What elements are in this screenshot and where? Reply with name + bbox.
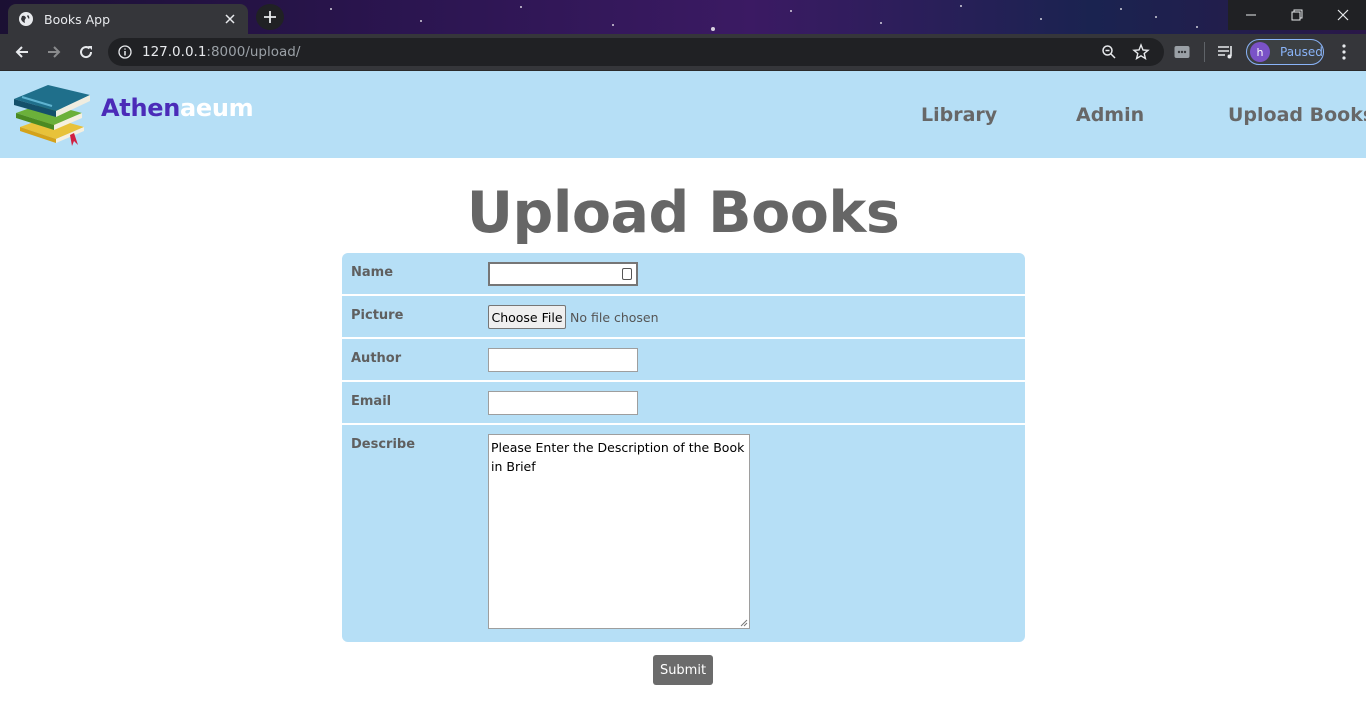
- minimize-icon: [1246, 14, 1256, 16]
- toolbar-divider: [1204, 42, 1205, 62]
- email-label: Email: [351, 394, 392, 409]
- form-row-picture: Picture: [342, 296, 1025, 339]
- autofill-key-icon[interactable]: [622, 268, 632, 280]
- books-logo-icon[interactable]: [12, 79, 94, 149]
- url-host: 127.0.0.1: [142, 44, 207, 60]
- brand-name-part1: Athen: [101, 94, 180, 122]
- email-input[interactable]: [488, 391, 638, 415]
- form-row-name: Name: [342, 253, 1025, 296]
- new-tab-button[interactable]: [256, 4, 284, 30]
- nav-link-admin[interactable]: Admin: [1076, 104, 1144, 126]
- arrow-left-icon: [15, 46, 28, 58]
- browser-tab[interactable]: Books App: [8, 4, 248, 34]
- more-vert-icon: [1342, 44, 1346, 60]
- choose-file-button[interactable]: Choose File: [488, 305, 566, 329]
- plus-icon: [264, 11, 276, 23]
- background-star: [1155, 16, 1157, 18]
- browser-toolbar: 127.0.0.1:8000/upload/ h Paused: [0, 34, 1366, 70]
- address-bar[interactable]: 127.0.0.1:8000/upload/: [108, 38, 1164, 66]
- form-row-author: Author: [342, 339, 1025, 382]
- zoom-icon[interactable]: [1101, 44, 1117, 60]
- describe-label: Describe: [351, 437, 416, 452]
- profile-button[interactable]: h Paused: [1246, 39, 1324, 65]
- background-star: [520, 6, 522, 8]
- describe-textarea[interactable]: Please Enter the Description of the Book…: [488, 434, 750, 629]
- browser-titlebar: Books App: [0, 0, 1366, 34]
- background-star: [880, 22, 882, 24]
- profile-status: Paused: [1280, 45, 1323, 59]
- name-input[interactable]: [488, 262, 638, 286]
- media-control-button[interactable]: [1212, 38, 1240, 66]
- background-star: [1120, 8, 1122, 10]
- star-bookmark-icon[interactable]: [1132, 43, 1150, 61]
- menu-button[interactable]: [1330, 38, 1358, 66]
- brand-name-part2: aeum: [180, 94, 254, 122]
- author-label: Author: [351, 351, 402, 366]
- background-star: [790, 10, 792, 12]
- back-button[interactable]: [8, 38, 36, 66]
- brand-name[interactable]: Athenaeum: [101, 94, 254, 122]
- reload-icon: [80, 46, 93, 59]
- restore-button[interactable]: [1274, 0, 1320, 30]
- no-file-text: No file chosen: [570, 310, 659, 325]
- globe-icon: [19, 12, 33, 26]
- page-title: Upload Books: [466, 180, 900, 246]
- background-star: [330, 8, 332, 10]
- restore-icon: [1291, 9, 1303, 21]
- playlist-icon: [1218, 46, 1232, 59]
- arrow-right-icon: [48, 46, 61, 58]
- close-tab-icon[interactable]: [222, 11, 238, 27]
- tab-title: Books App: [44, 11, 111, 27]
- background-star: [1196, 26, 1198, 28]
- site-navbar: Athenaeum Library Admin Upload Books: [0, 71, 1366, 158]
- extension-icon: [1174, 46, 1190, 58]
- resize-handle-icon[interactable]: [740, 619, 748, 627]
- background-star: [612, 24, 614, 26]
- close-window-button[interactable]: [1320, 0, 1366, 30]
- upload-form: Name Picture Choose File No file chosen …: [342, 253, 1025, 642]
- minimize-button[interactable]: [1228, 0, 1274, 30]
- close-icon: [1337, 9, 1349, 21]
- picture-label: Picture: [351, 308, 404, 323]
- form-row-email: Email: [342, 382, 1025, 425]
- extension-button[interactable]: [1168, 38, 1196, 66]
- reload-button[interactable]: [72, 38, 100, 66]
- url-path: :8000/upload/: [206, 44, 301, 60]
- background-star: [711, 27, 715, 31]
- name-label: Name: [351, 265, 394, 280]
- avatar: h: [1250, 42, 1270, 62]
- submit-button[interactable]: Submit: [653, 655, 713, 685]
- nav-link-library[interactable]: Library: [921, 104, 997, 126]
- background-star: [1040, 18, 1042, 20]
- forward-button[interactable]: [40, 38, 68, 66]
- info-icon[interactable]: [118, 45, 132, 59]
- background-star: [420, 20, 422, 22]
- background-star: [960, 5, 962, 7]
- nav-link-upload-books[interactable]: Upload Books: [1228, 104, 1366, 126]
- author-input[interactable]: [488, 348, 638, 372]
